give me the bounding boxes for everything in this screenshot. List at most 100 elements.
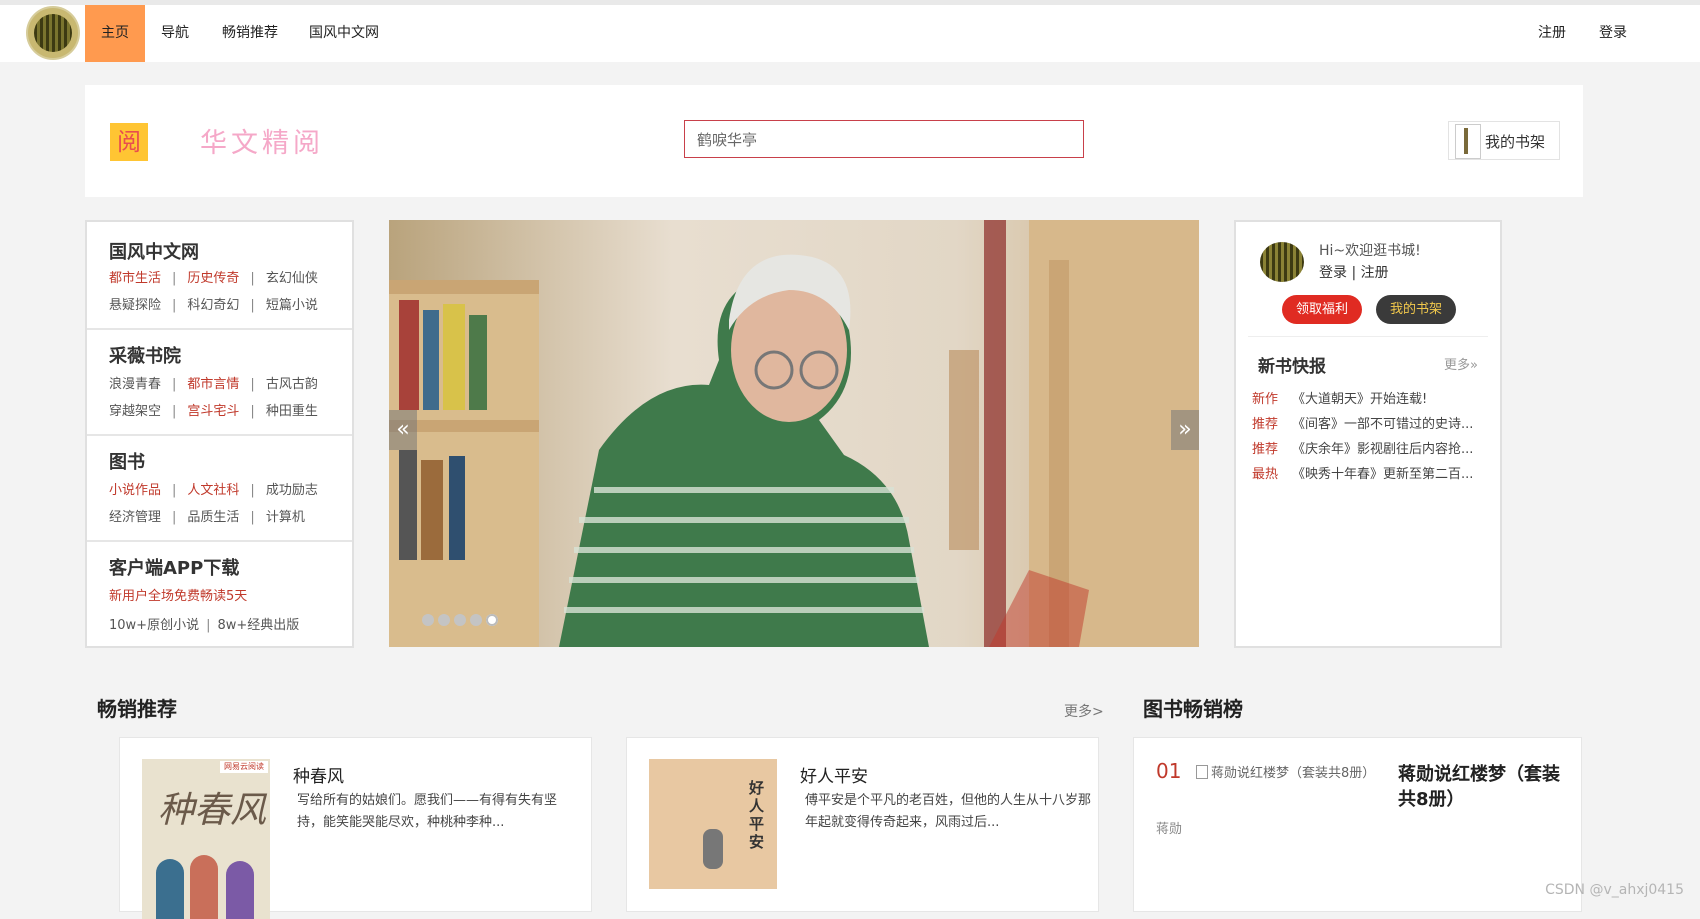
category-link[interactable]: 都市言情	[187, 373, 239, 392]
category-panel: 国风中文网 都市生活 | 历史传奇 | 玄幻仙侠 悬疑探险 | 科幻奇幻 | 短篇小说 采薇书院…	[85, 220, 354, 648]
book-title[interactable]: 好人平安	[800, 762, 868, 787]
news-text: 《映秀十年春》更新至第二百...	[1292, 467, 1474, 482]
news-text: 《间客》一部不可错过的史诗...	[1292, 417, 1474, 432]
read-logo-icon: 阅	[110, 123, 148, 161]
carousel-image	[389, 220, 1199, 647]
news-tag: 最热	[1252, 467, 1279, 482]
category-row: 都市生活 | 历史传奇 | 玄幻仙侠	[109, 267, 318, 286]
carousel-next-button[interactable]: »	[1171, 410, 1199, 450]
news-tag: 推荐	[1252, 417, 1279, 432]
cover-figure	[226, 861, 254, 919]
category-row: 经济管理 | 品质生活 | 计算机	[109, 506, 305, 525]
search-input[interactable]	[684, 120, 1084, 158]
carousel-prev-button[interactable]: «	[389, 410, 417, 450]
category-link[interactable]: 种田重生	[266, 400, 318, 419]
nav-item-navigation[interactable]: 导航	[155, 5, 195, 62]
category-section: 采薇书院 浪漫青春 | 都市言情 | 古风古韵 穿越架空 | 宫斗宅斗 | 种田重生	[87, 328, 352, 436]
logo-icon	[34, 14, 72, 52]
carousel-dot[interactable]	[454, 614, 466, 626]
ranking-title: 图书畅销榜	[1143, 697, 1243, 721]
news-item[interactable]: 推荐 《间客》一部不可错过的史诗...	[1252, 413, 1490, 432]
category-link[interactable]: 历史传奇	[187, 267, 239, 286]
category-link[interactable]: 科幻奇幻	[187, 294, 239, 313]
news-text: 《大道朝天》开始连载!	[1292, 392, 1428, 407]
welcome-greeting: Hi~欢迎逛书城!	[1319, 243, 1421, 259]
ranking-card[interactable]: 01 蒋勋说红楼梦（套装共8册） 蒋勋说红楼梦（套装共8册） 蒋勋	[1133, 737, 1582, 912]
category-section: 图书 小说作品 | 人文社科 | 成功励志 经济管理 | 品质生活 | 计算机	[87, 434, 352, 542]
my-shelf-label: 我的书架	[1485, 133, 1546, 151]
carousel-dots	[422, 611, 502, 630]
category-title[interactable]: 图书	[109, 448, 145, 474]
news-item[interactable]: 推荐 《庆余年》影视剧往后内容抢...	[1252, 438, 1490, 457]
watermark: CSDN @v_ahxj0415	[1545, 882, 1684, 898]
nav-item-bestsellers[interactable]: 畅销推荐	[220, 5, 280, 62]
book-description: 傅平安是个平凡的老百姓，但他的人生从十八岁那年起就变得传奇起来，风雨过后...	[805, 793, 1092, 830]
carousel-dot[interactable]	[422, 614, 434, 626]
category-row: 小说作品 | 人文社科 | 成功励志	[109, 479, 318, 498]
cover-title: 种春风	[158, 790, 267, 831]
my-shelf-button[interactable]: 我的书架	[1448, 121, 1560, 160]
avatar	[1260, 242, 1304, 282]
nav-item-guofeng[interactable]: 国风中文网	[307, 5, 381, 62]
cover-figure	[190, 855, 218, 919]
category-link[interactable]: 品质生活	[187, 506, 239, 525]
site-logo[interactable]	[28, 8, 78, 58]
shelf-button[interactable]: 我的书架	[1376, 295, 1456, 324]
news-title: 新书快报	[1258, 357, 1326, 377]
book-card[interactable]: 好人平安 好人平安 傅平安是个平凡的老百姓，但他的人生从十八岁那年起就变得传奇起…	[626, 737, 1099, 912]
category-title[interactable]: 国风中文网	[109, 238, 199, 264]
divider	[1248, 336, 1488, 337]
category-link[interactable]: 成功励志	[266, 479, 318, 498]
news-item[interactable]: 新作 《大道朝天》开始连载!	[1252, 388, 1490, 407]
carousel-dot[interactable]	[438, 614, 450, 626]
category-link[interactable]: 计算机	[266, 506, 305, 525]
news-more-link[interactable]: 更多»	[1444, 354, 1478, 373]
register-link[interactable]: 注册	[1538, 5, 1566, 62]
app-stat: 8w+经典出版	[217, 618, 300, 633]
category-link[interactable]: 玄幻仙侠	[266, 267, 318, 286]
news-item[interactable]: 最热 《映秀十年春》更新至第二百...	[1252, 463, 1490, 482]
bookshelf-icon	[1455, 124, 1481, 159]
benefit-button[interactable]: 领取福利	[1282, 295, 1362, 324]
carousel-dot-active[interactable]	[486, 614, 498, 626]
category-link[interactable]: 浪漫青春	[109, 373, 161, 392]
book-card[interactable]: 网易云阅读 种春风 种春风 写给所有的姑娘们。愿我们——有得有失有坚持，能笑能哭…	[119, 737, 592, 919]
app-stat: 10w+原创小说	[109, 618, 200, 633]
category-row: 浪漫青春 | 都市言情 | 古风古韵	[109, 373, 318, 392]
image-alt-text: 蒋勋说红楼梦（套装共8册）	[1211, 766, 1376, 781]
cover-figure	[703, 829, 723, 869]
carousel-dot[interactable]	[470, 614, 482, 626]
book-description: 写给所有的姑娘们。愿我们——有得有失有坚持，能笑能哭能尽欢，种桃种李种...	[297, 793, 558, 830]
category-link[interactable]: 经济管理	[109, 506, 161, 525]
book-cover: 网易云阅读 种春风	[142, 759, 270, 919]
nav-item-home[interactable]: 主页	[85, 5, 145, 62]
category-link[interactable]: 宫斗宅斗	[187, 400, 239, 419]
welcome-panel: Hi~欢迎逛书城! 登录 | 注册 领取福利 我的书架 新书快报 更多» 新作《…	[1234, 220, 1502, 648]
category-link[interactable]: 古风古韵	[266, 373, 318, 392]
hero-carousel[interactable]: « »	[389, 220, 1199, 647]
category-link[interactable]: 悬疑探险	[109, 294, 161, 313]
book-image-placeholder[interactable]: 蒋勋说红楼梦（套装共8册）	[1196, 762, 1375, 781]
category-link[interactable]: 穿越架空	[109, 400, 161, 419]
rank-number: 01	[1156, 759, 1182, 783]
category-title[interactable]: 采薇书院	[109, 342, 181, 368]
category-link[interactable]: 短篇小说	[266, 294, 318, 313]
login-link[interactable]: 登录	[1599, 5, 1627, 62]
cover-figure	[156, 859, 184, 919]
app-download-title[interactable]: 客户端APP下载	[109, 554, 239, 580]
book-cover: 好人平安	[649, 759, 777, 889]
app-stats: 10w+原创小说 | 8w+经典出版	[109, 614, 299, 633]
news-box: 新书快报 更多» 新作 《大道朝天》开始连载! 推荐 《间客》一部不可错过的史诗..…	[1248, 342, 1490, 482]
bestsellers-more-link[interactable]: 更多>	[1064, 701, 1104, 721]
category-link[interactable]: 人文社科	[187, 479, 239, 498]
login-register-link[interactable]: 登录 | 注册	[1319, 262, 1389, 282]
category-link[interactable]: 都市生活	[109, 267, 161, 286]
category-link[interactable]: 小说作品	[109, 479, 161, 498]
news-text: 《庆余年》影视剧往后内容抢...	[1292, 442, 1474, 457]
category-row: 悬疑探险 | 科幻奇幻 | 短篇小说	[109, 294, 318, 313]
category-section: 国风中文网 都市生活 | 历史传奇 | 玄幻仙侠 悬疑探险 | 科幻奇幻 | 短篇小说	[87, 222, 352, 330]
broken-image-icon	[1196, 765, 1208, 779]
book-title[interactable]: 种春风	[293, 762, 344, 787]
cover-badge: 网易云阅读	[220, 761, 268, 773]
ranking-book-title[interactable]: 蒋勋说红楼梦（套装共8册）	[1398, 762, 1570, 812]
